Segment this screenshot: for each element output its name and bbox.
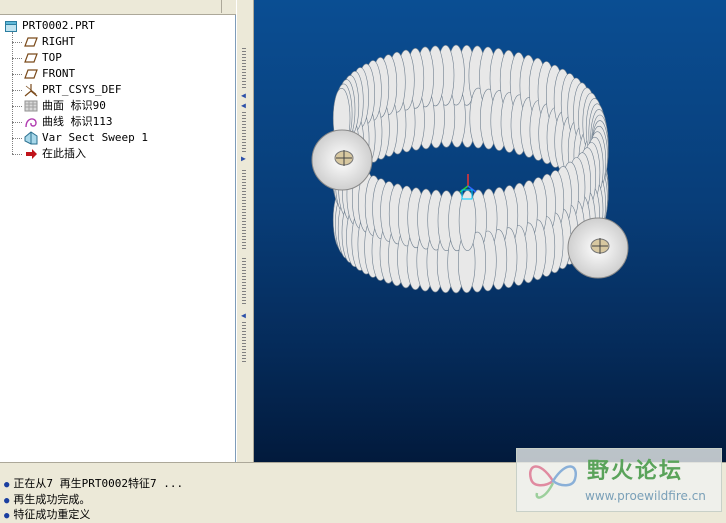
tree-connector	[12, 58, 22, 59]
tree-connector	[12, 74, 22, 75]
forum-watermark: 野火论坛 www.proewildfire.cn	[516, 448, 722, 512]
tree-connector	[12, 106, 22, 107]
coil-model	[311, 44, 629, 294]
datum-plane-icon	[24, 69, 38, 79]
part-icon	[5, 21, 17, 32]
surface-icon	[24, 100, 38, 112]
watermark-url: www.proewildfire.cn	[585, 489, 706, 503]
splitter-grip[interactable]	[242, 170, 246, 250]
tree-connector	[12, 32, 13, 154]
tree-item-label: PRT_CSYS_DEF	[42, 83, 122, 96]
panel-splitter[interactable]: ◀ ◀ ▶ ◀	[236, 0, 254, 462]
tree-item-label: 在此插入	[42, 147, 86, 160]
tree-item-curve[interactable]: 曲线 标识113	[24, 114, 113, 130]
tree-item-right[interactable]: RIGHT	[24, 34, 75, 50]
coil-rib	[458, 190, 477, 251]
tree-item-part[interactable]: PRT0002.PRT	[4, 18, 95, 34]
datum-plane-icon	[24, 53, 38, 63]
tree-connector	[12, 122, 22, 123]
message-line: ● 正在从7 再生PRT0002特征7 ...	[4, 477, 183, 491]
sweep-icon	[24, 131, 38, 145]
collapse-arrow-icon[interactable]: ◀	[241, 102, 246, 110]
tree-item-top[interactable]: TOP	[24, 50, 62, 66]
message-text: 正在从7 再生PRT0002特征7 ...	[13, 477, 184, 490]
bullet-icon: ●	[4, 480, 10, 490]
expand-arrow-icon[interactable]: ▶	[241, 155, 246, 163]
tree-toolbar-strip	[0, 0, 236, 15]
datum-plane-icon	[24, 37, 38, 47]
curve-icon	[25, 118, 37, 128]
splitter-grip[interactable]	[242, 112, 246, 152]
tree-item-label: 曲线 标识113	[42, 115, 113, 128]
tree-item-csys[interactable]: PRT_CSYS_DEF	[24, 82, 121, 98]
tree-item-label: PRT0002.PRT	[22, 19, 95, 32]
collapse-arrow-icon[interactable]: ◀	[241, 312, 246, 320]
message-text: 特征成功重定义	[13, 508, 91, 521]
coil-end-cap-right	[567, 217, 629, 279]
tree-connector	[12, 42, 22, 43]
splitter-grip[interactable]	[242, 322, 246, 362]
watermark-name: 野火论坛	[587, 459, 684, 484]
tree-item-label: FRONT	[42, 67, 76, 80]
tree-connector	[12, 90, 22, 91]
message-line: ● 特征成功重定义	[4, 508, 90, 522]
tree-item-insert-here[interactable]: 在此插入	[24, 146, 86, 162]
message-line: ● 再生成功完成。	[4, 493, 90, 507]
bullet-icon: ●	[4, 511, 10, 521]
tree-item-sweep[interactable]: Var Sect Sweep 1	[24, 130, 148, 146]
tree-connector	[12, 154, 22, 155]
tree-item-label: TOP	[42, 51, 62, 64]
tree-connector	[12, 138, 22, 139]
csys-icon	[24, 84, 38, 97]
splitter-grip[interactable]	[242, 258, 246, 306]
splitter-grip[interactable]	[242, 48, 246, 88]
tree-item-front[interactable]: FRONT	[24, 66, 75, 82]
coil-end-cap-left	[311, 129, 373, 191]
model-tree-panel: PRT0002.PRT RIGHT TOP FRONT PRT_CSYS_DEF	[0, 0, 236, 462]
insert-here-arrow-icon	[26, 149, 37, 159]
tree-scroll-button[interactable]	[221, 0, 234, 13]
bullet-icon: ●	[4, 496, 10, 506]
butterfly-logo-icon	[528, 465, 578, 499]
message-text: 再生成功完成。	[13, 493, 91, 506]
tree-item-label: Var Sect Sweep 1	[42, 131, 148, 144]
tree-item-surface[interactable]: 曲面 标识90	[24, 98, 106, 114]
tree-item-label: RIGHT	[42, 35, 76, 48]
collapse-arrow-icon[interactable]: ◀	[241, 92, 246, 100]
tree-item-label: 曲面 标识90	[42, 99, 106, 112]
graphics-viewport[interactable]	[254, 0, 726, 462]
